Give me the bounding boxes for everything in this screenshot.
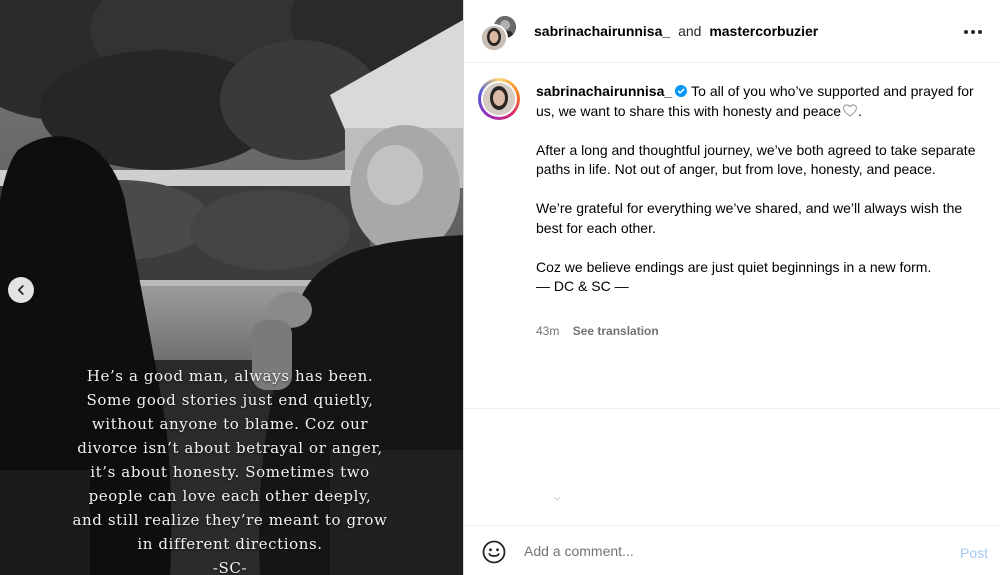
caption-avatar-story-ring[interactable] bbox=[478, 78, 520, 120]
post-media[interactable]: He’s a good man, always has been. Some g… bbox=[0, 0, 463, 575]
avatar-image bbox=[482, 26, 506, 50]
emoji-picker-button[interactable] bbox=[482, 540, 506, 564]
caption-avatar bbox=[483, 83, 515, 115]
heart-outline-icon bbox=[843, 103, 858, 117]
chevron-left-icon bbox=[17, 285, 24, 295]
caption-paragraph: Coz we believe endings are just quiet be… bbox=[536, 258, 976, 297]
overlay-line: it’s about honesty. Sometimes two bbox=[90, 463, 370, 481]
overlay-line: divorce isn’t about betrayal or anger, bbox=[77, 439, 383, 457]
post-sidebar: sabrinachairunnisa_ and mastercorbuzier … bbox=[463, 0, 1000, 575]
photo-overlay-text: He’s a good man, always has been. Some g… bbox=[40, 364, 420, 575]
post-time[interactable]: 43m bbox=[536, 324, 559, 338]
caption-username[interactable]: sabrinachairunnisa_ bbox=[536, 83, 672, 99]
scroll-indicator-mark bbox=[554, 497, 560, 501]
see-translation-link[interactable]: See translation bbox=[573, 324, 659, 338]
overlay-line: without anyone to blame. Coz our bbox=[91, 415, 369, 433]
header-username-2[interactable]: mastercorbuzier bbox=[709, 23, 818, 39]
verified-badge-icon bbox=[675, 85, 688, 97]
header-username-1[interactable]: sabrinachairunnisa_ bbox=[534, 23, 670, 39]
overlay-line: Some good stories just end quietly, bbox=[86, 391, 374, 409]
caption-paragraph: After a long and thoughtful journey, we’… bbox=[536, 141, 976, 178]
caption-paragraph: sabrinachairunnisa_ To all of you who’ve … bbox=[536, 82, 976, 121]
caption-closing-line: Coz we believe endings are just quiet be… bbox=[536, 258, 932, 275]
avatar-image bbox=[483, 83, 515, 115]
comment-bar: Post bbox=[464, 525, 1000, 575]
comment-input[interactable] bbox=[524, 539, 924, 563]
avatar-sabrinachairunnisa[interactable] bbox=[480, 24, 508, 52]
post-header: sabrinachairunnisa_ and mastercorbuzier bbox=[464, 0, 1000, 63]
overlay-line: and still realize they’re meant to grow bbox=[72, 511, 388, 529]
caption-signature: — DC & SC — bbox=[536, 278, 629, 294]
header-conjunction: and bbox=[678, 23, 702, 39]
caption-meta: 43m See translation bbox=[536, 324, 659, 338]
caption-intro-end: . bbox=[858, 102, 862, 119]
caption-paragraph: We’re grateful for everything we’ve shar… bbox=[536, 200, 963, 236]
overlay-signature: -SC- bbox=[212, 559, 248, 575]
overlay-line: people can love each other deeply, bbox=[88, 487, 372, 505]
previous-photo-button[interactable] bbox=[8, 277, 34, 303]
overlay-line: in different directions. bbox=[137, 535, 323, 553]
overlay-line: He’s a good man, always has been. bbox=[86, 367, 374, 385]
divider bbox=[464, 408, 1000, 409]
collab-usernames: sabrinachairunnisa_ and mastercorbuzier bbox=[534, 23, 818, 39]
post-comment-button[interactable]: Post bbox=[960, 545, 988, 561]
post-caption: sabrinachairunnisa_ To all of you who’ve … bbox=[536, 82, 976, 297]
more-horizontal-icon bbox=[964, 30, 982, 34]
more-options-button[interactable] bbox=[961, 20, 985, 44]
collab-avatars[interactable] bbox=[480, 14, 518, 52]
emoji-smile-icon bbox=[482, 540, 506, 564]
